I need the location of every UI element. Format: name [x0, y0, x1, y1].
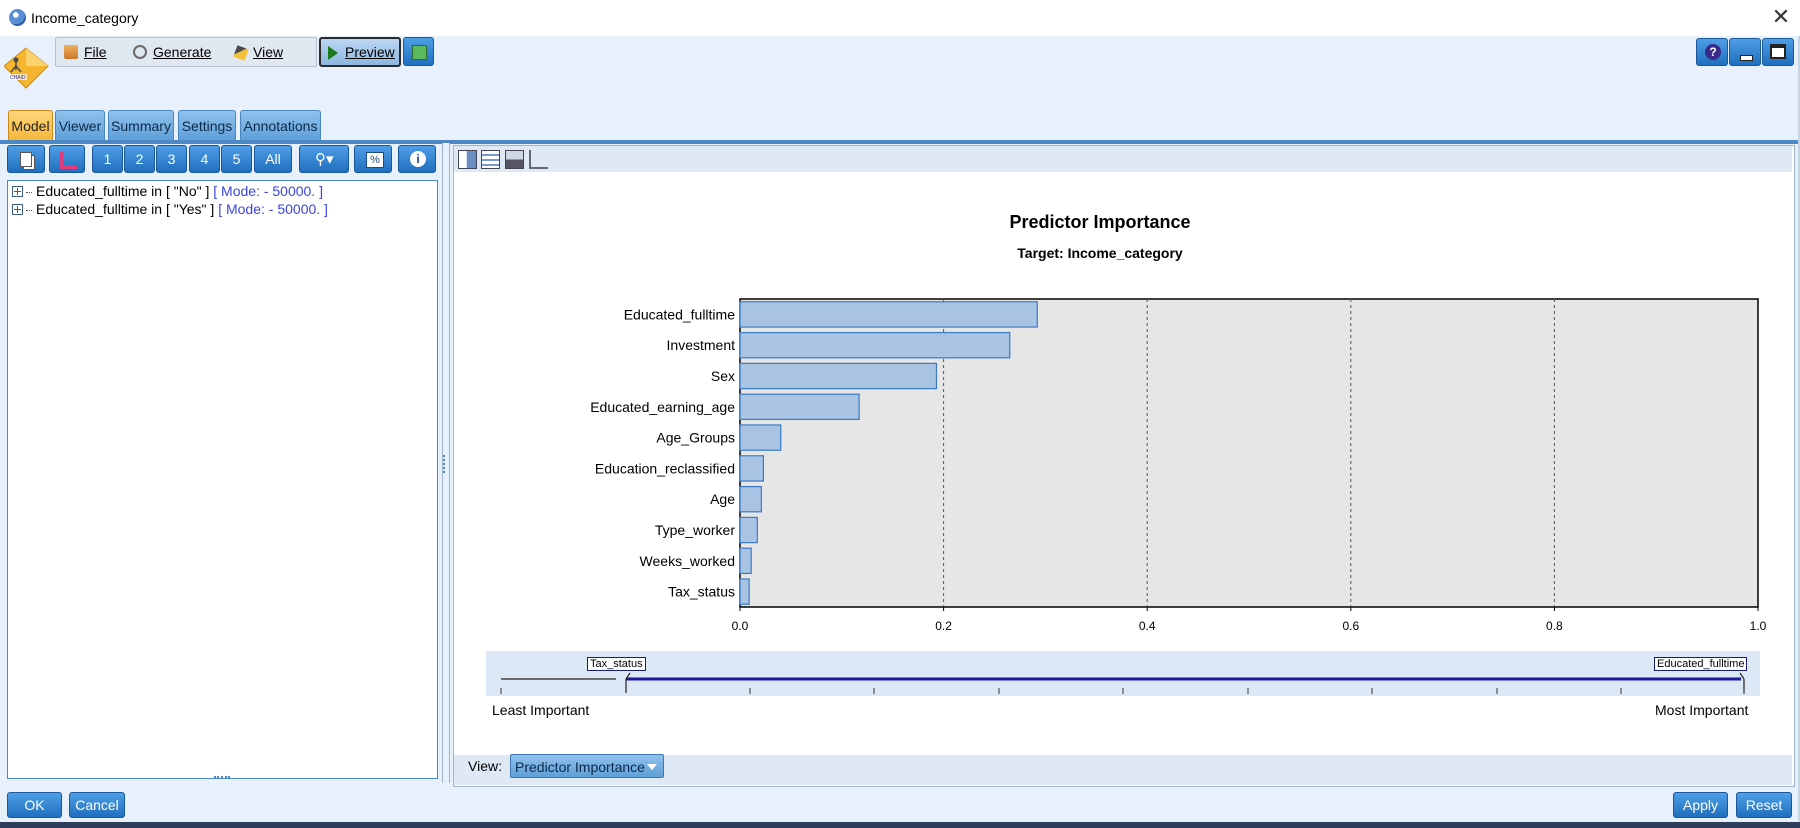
category-label: Age — [710, 491, 735, 507]
view-select[interactable]: Predictor Importance — [510, 754, 664, 778]
x-tick-label: 0.0 — [732, 619, 749, 633]
x-tick-label: 0.4 — [1139, 619, 1156, 633]
bar-education-reclassified[interactable] — [739, 455, 765, 482]
bar-tax-status[interactable] — [739, 578, 750, 605]
bar-sex[interactable] — [739, 362, 938, 390]
bar-age[interactable] — [739, 485, 762, 513]
chevron-down-icon — [647, 764, 657, 770]
view-label: View: — [468, 758, 502, 774]
most-important-marker: Educated_fulltime — [1654, 657, 1748, 671]
category-label: Education_reclassified — [595, 460, 735, 476]
x-tick-label: 1.0 — [1750, 619, 1767, 633]
x-tick-label: 0.8 — [1546, 619, 1563, 633]
category-label: Tax_status — [668, 584, 735, 600]
predictor-importance-chart: Educated_fulltime Investment Sex Educated_e… — [590, 298, 1767, 633]
bar-educated-fulltime[interactable] — [739, 301, 1038, 328]
category-label: Investment — [667, 337, 736, 353]
category-label: Weeks_worked — [640, 553, 735, 569]
bar-investment[interactable] — [739, 331, 1011, 359]
resize-handle[interactable] — [214, 776, 230, 781]
category-label: Type_worker — [655, 522, 735, 538]
category-label: Sex — [711, 368, 735, 384]
reset-button[interactable]: Reset — [1736, 792, 1792, 818]
bar-type-worker[interactable] — [739, 516, 758, 544]
bar-educated-earning-age[interactable] — [739, 393, 860, 421]
bar-weeks-worked[interactable] — [739, 547, 752, 575]
least-important-marker: Tax_status — [587, 657, 646, 671]
category-label: Age_Groups — [656, 430, 735, 446]
x-tick-labels: 0.0 0.2 0.4 0.6 0.8 1.0 — [732, 607, 1767, 633]
x-tick-label: 0.6 — [1342, 619, 1359, 633]
category-labels: Educated_fulltime Investment Sex Educated_e… — [590, 306, 735, 599]
category-label: Educated_earning_age — [590, 399, 735, 415]
x-tick-label: 0.2 — [935, 619, 952, 633]
ok-button[interactable]: OK — [7, 792, 62, 818]
category-label: Educated_fulltime — [624, 306, 736, 322]
cancel-button[interactable]: Cancel — [69, 792, 125, 818]
importance-scale-axis — [500, 672, 1745, 694]
most-important-label: Most Important — [1655, 702, 1749, 718]
least-important-label: Least Important — [492, 702, 590, 718]
taskbar-strip — [0, 822, 1800, 828]
bar-age-groups[interactable] — [739, 424, 782, 451]
apply-button[interactable]: Apply — [1673, 792, 1728, 818]
